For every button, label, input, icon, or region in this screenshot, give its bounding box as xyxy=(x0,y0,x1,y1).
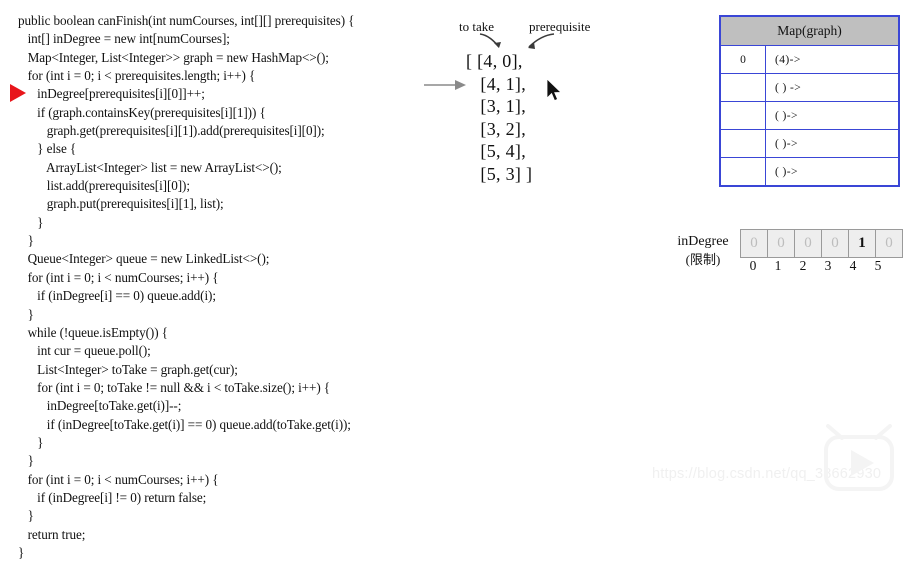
map-value-cell: ( )-> xyxy=(765,129,900,158)
code-line: Queue<Integer> queue = new LinkedList<>(… xyxy=(18,251,270,267)
code-line: for (int i = 0; toTake != null && i < to… xyxy=(18,379,331,395)
prerequisites-row: [ [4, 0], xyxy=(466,51,523,71)
indegree-index-label: 4 xyxy=(849,258,857,273)
indegree-label: inDegree (限制) xyxy=(665,233,741,269)
map-value-cell: (4)-> xyxy=(765,45,900,74)
map-table-head: Map(graph) xyxy=(719,15,900,46)
code-line: inDegree[prerequisites[i][0]]++; xyxy=(18,86,205,102)
map-table-body: 0 (4)->( ) ->( )->( )->( )-> xyxy=(719,45,900,187)
map-key-cell xyxy=(719,129,766,158)
code-line: } xyxy=(18,306,34,322)
code-line: } xyxy=(18,233,34,249)
indegree-cell: 1 xyxy=(848,229,876,258)
code-line: } xyxy=(18,214,44,230)
prerequisites-row: [3, 2], xyxy=(466,118,526,139)
prerequisites-row: [5, 3] ] xyxy=(466,163,533,184)
indegree-index-label: 1 xyxy=(774,258,782,273)
code-line: } else { xyxy=(18,141,77,157)
map-key-cell xyxy=(719,157,766,187)
indegree-index-label: 5 xyxy=(874,258,882,273)
code-line: ArrayList<Integer> list = new ArrayList<… xyxy=(18,159,282,175)
map-table-row: ( ) -> xyxy=(719,73,900,102)
code-line: for (int i = 0; i < numCourses; i++) { xyxy=(18,471,219,487)
prerequisites-row: [3, 1], xyxy=(466,96,526,116)
map-table-title: Map(graph) xyxy=(719,15,900,46)
current-row-arrow-icon xyxy=(424,80,466,90)
indegree-cell: 0 xyxy=(767,229,795,258)
code-line: list.add(prerequisites[i][0]); xyxy=(18,178,190,194)
csdn-play-logo-icon xyxy=(824,424,894,491)
map-value-cell: ( )-> xyxy=(765,101,900,130)
indegree-index-label: 3 xyxy=(824,258,832,273)
map-table-row: 0 (4)-> xyxy=(719,45,900,74)
code-line: for (int i = 0; i < numCourses; i++) { xyxy=(18,269,219,285)
map-graph-table: Map(graph) 0 (4)->( ) ->( )->( )->( )-> xyxy=(719,15,900,187)
code-line: public boolean canFinish(int numCourses,… xyxy=(18,13,355,28)
code-line: } xyxy=(18,544,25,560)
indegree-label-text: inDegree xyxy=(677,234,729,249)
mouse-cursor-icon xyxy=(546,79,562,102)
code-listing: public boolean canFinish(int numCourses,… xyxy=(18,12,458,562)
map-value-cell: ( )-> xyxy=(765,157,900,187)
code-line: for (int i = 0; i < prerequisites.length… xyxy=(18,68,256,84)
code-line: List<Integer> toTake = graph.get(cur); xyxy=(18,361,238,377)
indegree-index-label: 2 xyxy=(799,258,807,273)
code-line: if (graph.containsKey(prerequisites[i][1… xyxy=(18,104,266,120)
indegree-cells: 000010 xyxy=(740,229,903,258)
code-line: if (inDegree[toTake.get(i)] == 0) queue.… xyxy=(18,416,351,432)
code-line: if (inDegree[i] == 0) queue.add(i); xyxy=(18,288,216,304)
code-line: int[] inDegree = new int[numCourses]; xyxy=(18,31,230,47)
prerequisites-row: [4, 1], xyxy=(466,73,526,94)
code-line: } xyxy=(18,508,34,524)
indegree-index-label: 0 xyxy=(749,258,757,273)
code-line: } xyxy=(18,453,34,469)
map-key-cell: 0 xyxy=(719,45,766,74)
indegree-label-zh: (限制) xyxy=(685,252,721,267)
map-value-cell: ( ) -> xyxy=(765,73,900,102)
code-line: while (!queue.isEmpty()) { xyxy=(18,324,168,340)
indegree-cell: 0 xyxy=(875,229,903,258)
map-key-cell xyxy=(719,73,766,102)
code-line: return true; xyxy=(18,526,86,542)
code-line: int cur = queue.poll(); xyxy=(18,343,151,359)
indegree-index-row: 0 1 2 3 4 5 xyxy=(740,258,891,274)
map-table-row: ( )-> xyxy=(719,101,900,130)
code-line: inDegree[toTake.get(i)]--; xyxy=(18,398,182,414)
map-key-cell xyxy=(719,101,766,130)
indegree-cell: 0 xyxy=(740,229,768,258)
code-line: if (inDegree[i] != 0) return false; xyxy=(18,489,207,505)
code-line: graph.get(prerequisites[i][1]).add(prere… xyxy=(18,123,325,139)
code-line: } xyxy=(18,434,44,450)
indegree-cell: 0 xyxy=(821,229,849,258)
code-line: graph.put(prerequisites[i][1], list); xyxy=(18,196,224,212)
prerequisites-row: [5, 4], xyxy=(466,141,526,161)
map-table-title-row: Map(graph) xyxy=(719,15,900,46)
indegree-cell: 0 xyxy=(794,229,822,258)
prerequisites-array: [ [4, 0], [4, 1], [3, 1], [3, 2], [5, 4]… xyxy=(466,50,532,185)
map-table-row: ( )-> xyxy=(719,129,900,158)
code-line: Map<Integer, List<Integer>> graph = new … xyxy=(18,49,329,65)
map-table-row: ( )-> xyxy=(719,157,900,187)
execution-pointer-icon xyxy=(10,84,26,102)
